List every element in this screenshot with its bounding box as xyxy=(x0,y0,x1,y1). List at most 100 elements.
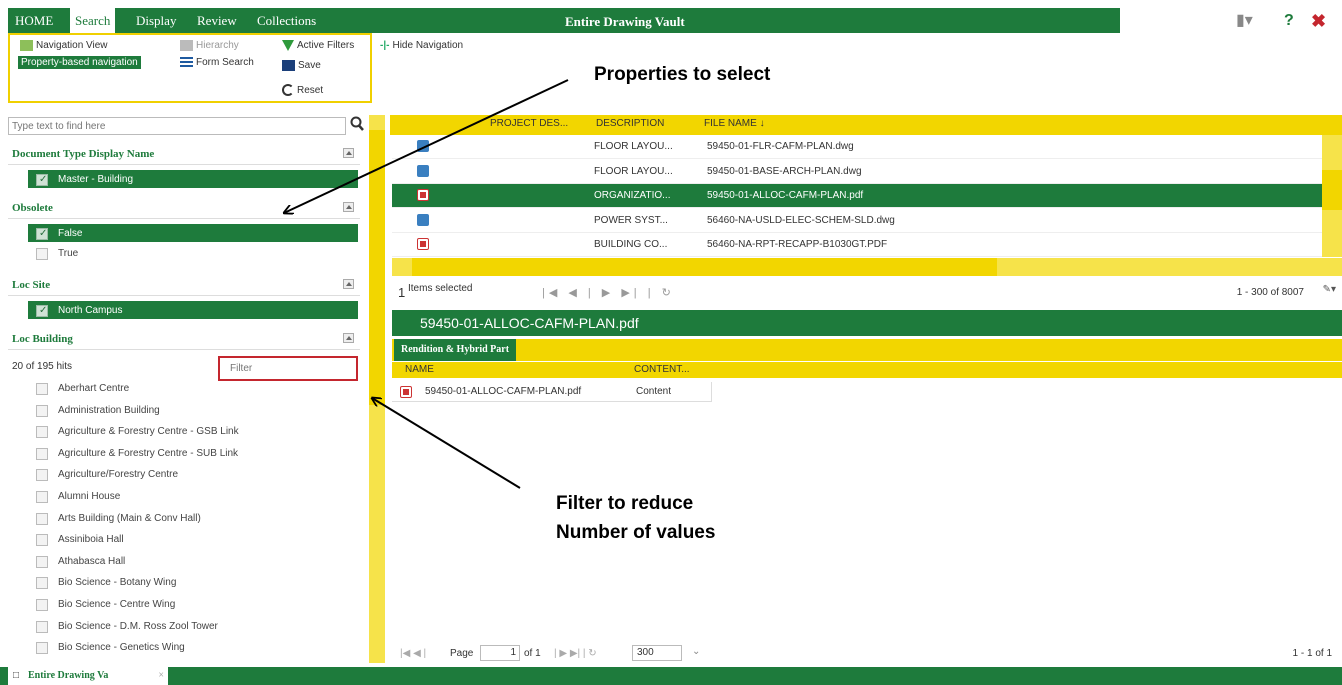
tab-rendition[interactable]: Rendition & Hybrid Part xyxy=(394,339,517,361)
chevron-down-icon[interactable]: ⌄ xyxy=(692,646,700,657)
column-file-name[interactable]: FILE NAME ↓ xyxy=(704,118,765,129)
page-title: Entire Drawing Vault xyxy=(565,14,685,29)
facet-item-true[interactable]: True xyxy=(28,244,358,264)
table-row[interactable]: FLOOR LAYOU... 59450-01-FLR-CAFM-PLAN.dwg xyxy=(392,135,1322,159)
bookmark-icon[interactable]: ▮▾ xyxy=(1236,10,1253,32)
save-button[interactable]: Save xyxy=(282,60,321,71)
left-scrollbar[interactable] xyxy=(369,115,385,663)
pager-next-last-icons[interactable]: | ▶ ▶| | ↻ xyxy=(554,648,597,659)
checkbox[interactable] xyxy=(36,491,48,503)
filter-input[interactable] xyxy=(218,356,358,381)
row-file-name: 56460-NA-RPT-RECAPP-B1030GT.PDF xyxy=(707,239,888,250)
checkbox[interactable] xyxy=(36,469,48,482)
scrollbar-thumb[interactable] xyxy=(412,258,997,276)
section-loc-building[interactable]: Loc Building xyxy=(8,328,360,350)
hierarchy-button[interactable]: Hierarchy xyxy=(180,40,239,51)
list-item[interactable]: Bio Science - Botany Wing xyxy=(28,573,358,593)
facet-item-master-building[interactable]: ✓ Master - Building xyxy=(28,168,358,188)
facet-item-north-campus[interactable]: ✓ North Campus xyxy=(28,299,358,319)
list-item[interactable]: Bio Science - Centre Wing xyxy=(28,595,358,615)
close-icon[interactable]: ✖ xyxy=(1311,10,1326,32)
section-document-type[interactable]: Document Type Display Name xyxy=(8,143,360,165)
list-item[interactable]: Bio Science - D.M. Ross Zool Tower xyxy=(28,617,358,637)
reset-button[interactable]: Reset xyxy=(282,84,323,96)
preview-row-content: Content xyxy=(636,386,672,397)
column-description[interactable]: DESCRIPTION xyxy=(596,118,664,129)
preview-row[interactable]: 59450-01-ALLOC-CAFM-PLAN.pdf Content xyxy=(392,382,712,402)
checkbox[interactable] xyxy=(36,426,48,439)
search-icon[interactable] xyxy=(350,116,364,132)
list-item[interactable]: Alumni House xyxy=(28,487,358,507)
facet-item-false[interactable]: ✓ False xyxy=(28,222,358,242)
checkbox[interactable] xyxy=(36,620,48,633)
list-item[interactable]: Bio Science - Genetics Wing xyxy=(28,638,358,658)
scrollbar-thumb[interactable] xyxy=(1322,170,1342,210)
navigation-view-button[interactable]: Navigation View xyxy=(20,40,108,51)
checkbox[interactable] xyxy=(36,555,48,568)
collapse-icon[interactable] xyxy=(343,148,354,158)
pager-first-prev-icons[interactable]: |◀ ◀ | xyxy=(400,648,426,659)
close-tab-icon[interactable]: × xyxy=(158,667,164,685)
scrollbar-thumb[interactable] xyxy=(369,130,385,405)
pdf-icon xyxy=(417,189,429,201)
tab-display[interactable]: Display xyxy=(131,8,181,33)
checkbox-true[interactable] xyxy=(36,248,48,260)
pdf-icon xyxy=(417,238,429,250)
list-item[interactable]: Assiniboia Hall xyxy=(28,530,358,550)
list-item[interactable]: Agriculture & Forestry Centre - GSB Link xyxy=(28,422,358,442)
section-loc-site[interactable]: Loc Site xyxy=(8,274,360,296)
collapse-icon[interactable] xyxy=(343,202,354,212)
list-item[interactable]: Athabasca Hall xyxy=(28,552,358,572)
table-row[interactable]: POWER SYST... 56460-NA-USLD-ELEC-SCHEM-SL… xyxy=(392,208,1322,233)
checkbox[interactable] xyxy=(36,599,48,611)
help-icon[interactable]: ? xyxy=(1284,10,1294,32)
section-loc-building-title: Loc Building xyxy=(12,333,73,345)
collapse-icon[interactable] xyxy=(343,279,354,289)
checkbox-master-building[interactable]: ✓ xyxy=(36,174,48,186)
list-item[interactable]: Agriculture & Forestry Centre - SUB Link xyxy=(28,444,358,464)
checkbox[interactable] xyxy=(36,447,48,460)
search-input[interactable] xyxy=(8,117,346,135)
active-filters-button[interactable]: Active Filters xyxy=(282,40,354,51)
list-item[interactable]: Aberhart Centre xyxy=(28,379,358,399)
row-description: ORGANIZATIO... xyxy=(594,190,671,201)
row-file-name: 59450-01-BASE-ARCH-PLAN.dwg xyxy=(707,165,862,177)
column-name[interactable]: NAME xyxy=(405,364,434,375)
checkbox[interactable] xyxy=(36,642,48,655)
checkbox[interactable] xyxy=(36,512,48,525)
list-item[interactable]: Arts Building (Main & Conv Hall) xyxy=(28,509,358,529)
checkbox[interactable] xyxy=(36,404,48,417)
tab-review[interactable]: Review xyxy=(192,8,242,33)
page-input[interactable]: 1 xyxy=(480,645,520,661)
facet-item-label: True xyxy=(58,248,79,259)
form-search-button[interactable]: Form Search xyxy=(180,57,254,68)
tab-search[interactable]: Search xyxy=(70,8,116,34)
table-row[interactable]: FLOOR LAYOU... 59450-01-BASE-ARCH-PLAN.dw… xyxy=(392,159,1322,184)
list-item-label: Aberhart Centre xyxy=(58,383,130,394)
tab-home[interactable]: HOME xyxy=(10,8,58,33)
column-content[interactable]: CONTENT... xyxy=(634,364,690,375)
table-row[interactable]: BUILDING CO... 56460-NA-RPT-RECAPP-B1030G… xyxy=(392,233,1322,257)
column-project-description[interactable]: PROJECT DES... xyxy=(490,118,568,129)
property-navigation-button[interactable]: Property-based navigation xyxy=(18,56,141,69)
hide-navigation-icon: -|- xyxy=(380,40,390,51)
table-row[interactable]: ORGANIZATIO... 59450-01-ALLOC-CAFM-PLAN.p… xyxy=(392,184,1322,208)
checkbox[interactable] xyxy=(36,534,48,547)
section-obsolete[interactable]: Obsolete xyxy=(8,197,360,219)
collapse-icon[interactable] xyxy=(343,333,354,343)
bottom-tab-entire-drawing-vault[interactable]: □ Entire Drawing Va × xyxy=(8,667,168,685)
facet-item-label: North Campus xyxy=(58,305,123,316)
checkbox-false[interactable]: ✓ xyxy=(36,228,48,240)
grid-vertical-scrollbar[interactable] xyxy=(1322,135,1342,257)
page-size-select[interactable]: 300 xyxy=(632,645,682,661)
grid-horizontal-scrollbar[interactable] xyxy=(392,258,1342,276)
list-item[interactable]: Agriculture/Forestry Centre xyxy=(28,465,358,485)
list-item[interactable]: Administration Building xyxy=(28,401,358,421)
checkbox[interactable] xyxy=(36,577,48,590)
checkbox[interactable] xyxy=(36,383,48,395)
tab-collections[interactable]: Collections xyxy=(252,8,321,33)
hide-navigation-button[interactable]: -|- Hide Navigation xyxy=(380,40,463,51)
checkbox-north-campus[interactable]: ✓ xyxy=(36,305,48,317)
pager-nav-icons[interactable]: |◀ ◀ | ▶ ▶| | ↻ xyxy=(542,286,675,299)
edit-icon[interactable]: ✎▾ xyxy=(1323,284,1336,295)
